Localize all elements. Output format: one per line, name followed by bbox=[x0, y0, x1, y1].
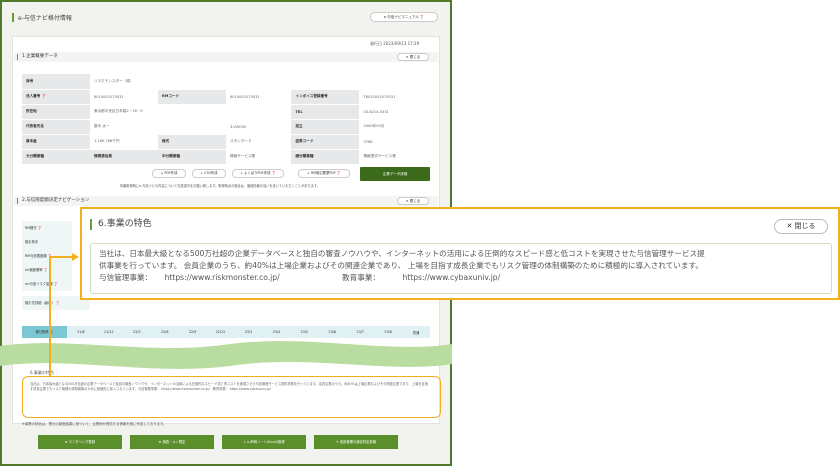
field-value: 6010001075031 bbox=[226, 89, 292, 105]
table-row: 大分類業種 情報通信業 中分類業種 情報サービス業 細分類業種 情報提供サービス業 bbox=[22, 149, 430, 165]
table-row: 代表者氏名 藤本 太一 3-VISION 設立 2000年09月 bbox=[22, 119, 430, 135]
footnote: ※事業の特色は、弊社の調査結果に基づいて、企業側が提供する情報を基に作成しており… bbox=[22, 422, 167, 426]
period-col: 23/4 bbox=[272, 330, 281, 334]
field-value bbox=[158, 119, 226, 135]
period-col: 22/6 bbox=[161, 330, 169, 334]
note-text: 情報取得時にe-与信ナビの内容について社是認可をお願い致します。取得時点の場合は… bbox=[120, 184, 320, 188]
callout-body: 当社は、日本最大級となる500万社超の企業データベースと独自の審査ノウハウや、イ… bbox=[90, 243, 832, 294]
field-value: 3768 bbox=[359, 134, 430, 150]
field-value: 情報サービス業 bbox=[226, 149, 292, 165]
csv-button[interactable]: ↓ CSV作成 bbox=[192, 169, 226, 178]
education-business-label: 教育事業： bbox=[342, 273, 381, 282]
full-pdf-button[interactable]: ↓ よくばりPDF作成 ❓ bbox=[232, 169, 284, 178]
credit-business-link[interactable]: https://www.riskmonster.co.jp/ bbox=[165, 273, 280, 282]
period-col: 23/6 bbox=[328, 330, 336, 334]
field-value: リスクモンスター（株） bbox=[90, 74, 430, 90]
nav-label: rm与信リスク金額 ❓ bbox=[22, 277, 72, 291]
field-value bbox=[158, 104, 226, 120]
business-features-callout: 6.事業の特色 ✕ 閉じる 当社は、日本最大級となる500万社超の企業データベー… bbox=[80, 207, 840, 300]
field-value: 03-6214-0331 bbox=[359, 104, 430, 120]
table-row: 資本金 1,160,768千円 株式 スタンダード 証券コード 3768 bbox=[22, 134, 430, 150]
field-label: 代表者氏名 bbox=[22, 119, 90, 135]
section2-title: 2.与信限度額決定ナビゲーション bbox=[22, 198, 90, 203]
nav-label: rm倒産確率 ❓ bbox=[22, 263, 72, 277]
page-title: e-与信ナビ格付情報 bbox=[12, 13, 72, 22]
section2-header: 2.与信限度額決定ナビゲーション bbox=[14, 196, 438, 206]
field-value: T6010001075031 bbox=[359, 89, 430, 105]
excel-download-button[interactable]: ↓ e-声明ノート(Excel)取得 bbox=[222, 435, 306, 449]
section2-close-button[interactable]: × 閉じる bbox=[397, 197, 429, 205]
credit-business-label: 与信管理事業： bbox=[99, 273, 153, 282]
field-label: 商号 bbox=[22, 74, 90, 90]
field-label: RMコード bbox=[158, 89, 226, 105]
period-col: 23/8 bbox=[384, 330, 392, 334]
pdf-button[interactable]: ↓ PDF作成 bbox=[152, 169, 186, 178]
field-value bbox=[226, 104, 292, 120]
body-line: 供事業を行っています。 会員企業のうち、約40%は上場企業およびその関連企業であ… bbox=[99, 261, 703, 270]
credit-judgement-button[interactable]: ✎ 信用管理の適否判定依頼 bbox=[314, 435, 398, 449]
company-detail-button[interactable]: 企業データ詳細 bbox=[360, 167, 430, 181]
section1-close-button[interactable]: × 閉じる bbox=[397, 53, 429, 61]
period-col: 23/5 bbox=[300, 330, 309, 334]
period-col: 23/7 bbox=[356, 330, 364, 334]
field-label: インボイス登録番号 bbox=[291, 89, 360, 105]
nav-label: RM格付 ❓ bbox=[22, 221, 72, 235]
field-value: 1,160,768千円 bbox=[90, 134, 158, 150]
field-label: 情報通信業 bbox=[90, 149, 158, 165]
arrow-right-icon bbox=[72, 253, 79, 261]
callout-title: 6.事業の特色 bbox=[90, 219, 152, 230]
period-col: 23/3 bbox=[244, 330, 253, 334]
period-col: 22/12 bbox=[215, 330, 226, 334]
table-row: 商号 リスクモンスター（株） bbox=[22, 74, 430, 90]
period-col: 22/3 bbox=[133, 330, 141, 334]
section1-title: 1.企業概要データ bbox=[22, 54, 58, 59]
callout-close-button[interactable]: ✕ 閉じる bbox=[774, 219, 828, 234]
section1-header: 1.企業概要データ bbox=[14, 52, 438, 62]
field-label: 証券コード bbox=[291, 134, 360, 150]
table-row: 所在地 東京都中央区日本橋2－16－5 TEL 03-6214-0331 bbox=[22, 104, 430, 120]
body-line: 当社は、日本最大級となる500万社超の企業データベースと独自の審査ノウハウや、イ… bbox=[99, 249, 705, 258]
field-value: 東京都中央区日本橋2－16－5 bbox=[90, 104, 158, 120]
field-value: 3-VISION bbox=[226, 119, 292, 135]
field-label: 設立 bbox=[291, 119, 360, 135]
history-pdf-button[interactable]: ↓ RM取引履歴PDF ❓ bbox=[298, 169, 350, 178]
field-label: 大分類業種 bbox=[22, 149, 90, 165]
field-value: スタンダード bbox=[226, 134, 292, 150]
rating-history-row: 格付推移 ❓ 21/8 21/12 22/3 22/6 22/9 22/12 23/3 23/… bbox=[22, 326, 430, 338]
table-row: 法人番号 ❓ 6010001075031 RMコード 6010001075031 インボ… bbox=[22, 89, 430, 105]
company-table: 商号 リスクモンスター（株） 法人番号 ❓ 6010001075031 RMコード 601… bbox=[22, 74, 430, 165]
connector-line bbox=[49, 256, 73, 258]
field-value: 藤本 太一 bbox=[90, 119, 158, 135]
field-label: 細分類業種 bbox=[291, 149, 360, 165]
field-value: 2000年09月 bbox=[359, 119, 430, 135]
monitoring-register-button[interactable]: ⊕ モニタリング登録 bbox=[38, 435, 122, 449]
nav-label: 取引条件 bbox=[22, 235, 72, 249]
field-label: TEL bbox=[291, 104, 360, 120]
field-label: 法人番号 ❓ bbox=[22, 89, 90, 105]
field-label: 資本金 bbox=[22, 134, 90, 150]
manual-button[interactable]: e-与信ナビマニュアル ❓ bbox=[370, 12, 438, 22]
period-col: 見通 bbox=[412, 330, 420, 335]
period-col: 21/8 bbox=[77, 330, 85, 334]
period-label: 格付推移 ❓ bbox=[22, 326, 67, 338]
field-label: 所在地 bbox=[22, 104, 90, 120]
page-break-wave bbox=[0, 341, 452, 369]
connector-line bbox=[49, 256, 51, 376]
issued-timestamp: 発行日 2023/09/13 17:29 bbox=[370, 41, 420, 46]
period-col: 22/9 bbox=[188, 330, 197, 334]
period-col: 21/12 bbox=[104, 330, 114, 334]
field-label: 中分類業種 bbox=[158, 149, 226, 165]
field-value: 情報提供サービス業 bbox=[359, 149, 430, 165]
education-business-link[interactable]: https://www.cybaxuniv.jp/ bbox=[402, 273, 500, 282]
business-features-small-text: 当社は、日本最大級となる500万社超の企業データベースと独自の審査ノウハウや、イ… bbox=[30, 382, 428, 391]
field-label: 株式 bbox=[158, 134, 226, 150]
field-value: 6010001075031 bbox=[90, 89, 158, 105]
survey-button[interactable]: ⊕ 調査・キノ限定 bbox=[130, 435, 214, 449]
